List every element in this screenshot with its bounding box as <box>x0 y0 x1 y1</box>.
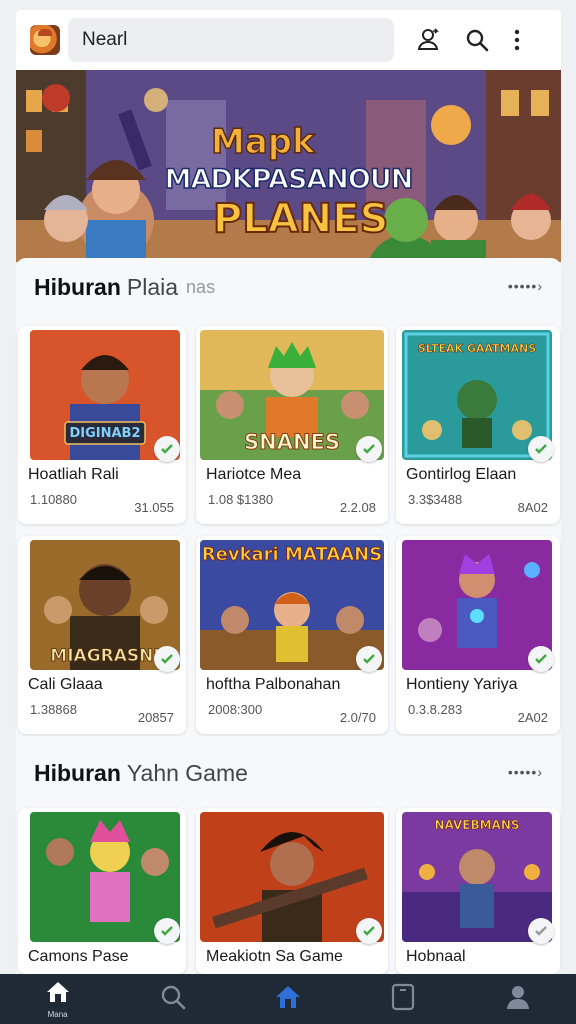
search-input-value: Nearl <box>82 29 128 50</box>
nav-tablet[interactable] <box>346 974 461 1024</box>
game-thumbnail: Revkari MATAANS <box>200 540 384 670</box>
nav-search[interactable] <box>115 974 230 1024</box>
app-logo[interactable] <box>30 25 60 55</box>
check-badge-icon <box>528 436 554 462</box>
game-stat-left: 3.3$3488 <box>408 492 463 507</box>
profile-icon <box>505 984 531 1015</box>
search-input[interactable]: Nearl <box>68 18 394 62</box>
game-thumbnail <box>200 812 384 942</box>
nav-home-label: Mana <box>47 1009 68 1019</box>
game-card[interactable]: Meakiotn Sa Game <box>196 808 388 974</box>
game-stat-right: 2A02 <box>517 710 548 725</box>
promo-banner[interactable]: Mapk MADKPASANOUN PLANES <box>16 70 561 262</box>
check-badge-icon <box>528 918 554 944</box>
bottom-navigation: Mana <box>0 974 576 1024</box>
check-badge-icon <box>356 918 382 944</box>
game-card[interactable]: SLTEAK GAATMANS Gontirlog Elaan 3.3$3488… <box>396 326 560 524</box>
home-outline-icon <box>274 984 302 1015</box>
game-card[interactable]: Revkari MATAANS hoftha Palbonahan 2008:3… <box>196 536 388 734</box>
game-title: Gontirlog Elaan <box>406 466 517 483</box>
nav-profile[interactable] <box>461 974 576 1024</box>
game-card[interactable]: Camons Pase <box>18 808 186 974</box>
search-icon <box>159 983 187 1016</box>
section-title-rest: Yahn Game <box>126 759 248 786</box>
game-title: Hoatliah Rali <box>28 466 119 483</box>
banner-title-line2: MADKPASANOUN <box>164 163 414 196</box>
game-stat-right: 2.2.08 <box>339 500 376 515</box>
game-stat-left: 2008:300 <box>208 702 263 717</box>
top-app-bar: Nearl <box>16 10 561 70</box>
tablet-icon <box>391 983 415 1016</box>
more-vertical-icon[interactable] <box>512 27 522 53</box>
section-title: Hiburan Plaia nas <box>34 258 215 316</box>
nav-home[interactable]: Mana <box>0 974 115 1024</box>
section-title-faint: nas <box>186 276 216 297</box>
game-card[interactable]: Hontieny Yariya 0.3.8.283 2A02 <box>396 536 560 734</box>
section-title-rest: Plaia <box>126 273 179 300</box>
banner-title-line3: PLANES <box>212 195 389 243</box>
home-icon <box>45 980 71 1009</box>
user-switch-icon[interactable] <box>416 27 442 53</box>
game-card[interactable]: SNANES Hariotce Mea 1.08 $1380 2.2.08 <box>196 326 388 524</box>
game-title: Cali Glaaa <box>28 676 103 693</box>
game-stat-left: 1.10880 <box>30 492 77 507</box>
game-title: Meakiotn Sa Game <box>206 948 343 965</box>
see-more-link[interactable]: •••••› <box>508 278 543 294</box>
game-stat-right: 31.055 <box>134 500 174 515</box>
game-card[interactable]: DIGINAB2 Hoatliah Rali 1.10880 31.055 <box>18 326 186 524</box>
game-stat-left: 1.38868 <box>30 702 77 717</box>
check-badge-icon <box>154 918 180 944</box>
see-more-link[interactable]: •••••› <box>508 764 543 780</box>
game-stat-left: 1.08 $1380 <box>208 492 274 507</box>
game-title: Camons Pase <box>28 948 129 965</box>
game-stat-right: 2.0/70 <box>339 710 376 725</box>
section-hiburan-yahn-game: Hiburan Yahn Game •••••› Camons Pase Mea… <box>16 736 561 974</box>
game-card[interactable]: MIAGRASNI Cali Glaaa 1.38868 20857 <box>18 536 186 734</box>
game-title: Hobnaal <box>406 948 466 965</box>
check-badge-icon <box>154 646 180 672</box>
search-icon[interactable] <box>464 27 490 53</box>
game-stat-right: 8A02 <box>517 500 548 515</box>
nav-home-outline[interactable] <box>230 974 345 1024</box>
section-title-bold: Hiburan <box>34 273 121 300</box>
section-hiburan-plaia: Hiburan Plaia nas •••••› DIGINAB2 Hoatli… <box>16 258 561 736</box>
game-thumbnail: SNANES <box>200 330 384 460</box>
game-card[interactable]: NAVEBMANS Hobnaal <box>396 808 560 974</box>
game-title: Hariotce Mea <box>206 466 302 483</box>
check-badge-icon <box>356 646 382 672</box>
section-title: Hiburan Yahn Game <box>34 744 248 802</box>
section-title-bold: Hiburan <box>34 759 121 786</box>
game-title: Hontieny Yariya <box>406 676 518 693</box>
thumbnail-caption: SLTEAK GAATMANS <box>417 342 537 356</box>
game-stat-left: 0.3.8.283 <box>408 702 463 717</box>
thumbnail-caption: Revkari MATAANS <box>201 544 383 565</box>
thumbnail-caption: NAVEBMANS <box>434 818 520 833</box>
check-badge-icon <box>356 436 382 462</box>
game-stat-right: 20857 <box>137 710 174 725</box>
game-title: hoftha Palbonahan <box>206 676 341 693</box>
check-badge-icon <box>154 436 180 462</box>
check-badge-icon <box>528 646 554 672</box>
banner-title-line1: Mapk <box>210 121 315 163</box>
